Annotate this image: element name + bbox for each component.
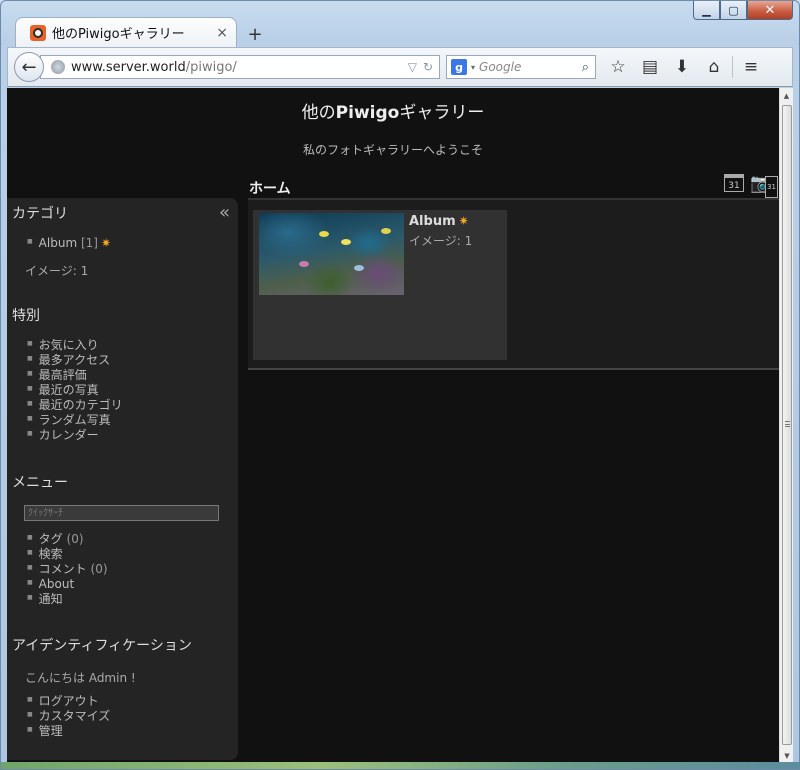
new-tab-button[interactable]: + (241, 21, 269, 47)
close-window-button[interactable]: ✕ (747, 1, 793, 20)
browser-window: ▁ ▢ ✕ 他のPiwigoギャラリー × + ← www.server.wor… (0, 0, 800, 770)
list-item[interactable]: 最近のカテゴリ (27, 398, 123, 413)
download-icon[interactable]: ⬇ (666, 57, 698, 77)
piwigo-favicon-icon (30, 24, 46, 41)
minimize-button[interactable]: ▁ (693, 1, 720, 20)
url-path: /piwigo/ (185, 59, 237, 75)
list-item[interactable]: 最多アクセス (27, 353, 123, 368)
globe-icon (51, 60, 65, 74)
desktop-background (1, 762, 800, 769)
list-item[interactable]: 検索 (27, 547, 108, 562)
search-input[interactable]: Google (479, 60, 582, 74)
list-item[interactable]: ログアウト (27, 694, 110, 709)
categories-heading[interactable]: カテゴリ (12, 203, 68, 223)
collapse-icon[interactable]: « (219, 202, 230, 223)
tab-title: 他のPiwigoギャラリー (52, 27, 185, 42)
view-mode-icons: 31 📷 31 (724, 174, 778, 198)
url-host: www.server.world (71, 59, 186, 75)
reading-list-icon[interactable]: ▤ (634, 57, 666, 77)
list-item[interactable]: 最高評価 (27, 368, 123, 383)
page-viewport: 他のPiwigoギャラリー 私のフォトギャラリーへようこそ カテゴリ « Alb… (7, 88, 779, 764)
list-item[interactable]: About (27, 577, 108, 592)
category-link[interactable]: Album (39, 236, 77, 250)
window-controls: ▁ ▢ ✕ (693, 1, 793, 20)
maximize-button[interactable]: ▢ (720, 1, 747, 20)
menu-heading: メニュー (12, 475, 68, 491)
list-item[interactable]: 管理 (27, 724, 110, 739)
scroll-up-icon[interactable]: ▲ (780, 88, 793, 104)
list-item[interactable]: ランダム写真 (27, 413, 123, 428)
special-list: お気に入り 最多アクセス 最高評価 最近の写真 最近のカテゴリ ランダム写真 カ… (27, 338, 123, 443)
search-bar[interactable]: g ▾ Google ⌕ (446, 55, 596, 79)
menu-list: タグ (0) 検索 コメント (0) About 通知 (27, 532, 108, 607)
url-dropdown-icon[interactable]: ▽ (408, 60, 417, 74)
navigation-toolbar: ← www.server.world /piwigo/ ▽ ↻ g ▾ Goog… (7, 47, 793, 87)
reload-icon[interactable]: ↻ (423, 60, 433, 74)
home-icon[interactable]: ⌂ (698, 57, 730, 77)
sidebar-menu: カテゴリ « Album [1]✷ イメージ: 1 特別 お気に入り 最多アクセ… (7, 198, 238, 760)
new-star-icon: ✷ (100, 236, 112, 250)
camera-calendar-icon[interactable]: 📷 31 (750, 174, 778, 198)
tab-bar: 他のPiwigoギャラリー × + (15, 17, 269, 47)
list-item[interactable]: コメント (0) (27, 562, 108, 577)
list-item[interactable]: カスタマイズ (27, 709, 111, 724)
list-item[interactable]: 通知 (27, 592, 108, 607)
scrollbar-thumb[interactable] (782, 105, 792, 745)
special-heading: 特別 (12, 308, 40, 324)
toolbar-divider (732, 56, 733, 78)
list-item[interactable]: 最近の写真 (27, 383, 123, 398)
google-icon[interactable]: g (451, 59, 467, 75)
vertical-scrollbar[interactable]: ▲ ▼ (779, 88, 793, 764)
album-grid: Album ✷ イメージ: 1 (248, 198, 779, 370)
bookmark-star-icon[interactable]: ☆ (602, 57, 634, 77)
chevron-down-icon[interactable]: ▾ (471, 63, 475, 72)
album-card[interactable]: Album ✷ イメージ: 1 (253, 210, 507, 360)
page-subtitle: 私のフォトギャラリーへようこそ (302, 143, 483, 157)
new-star-icon: ✷ (458, 214, 469, 228)
quick-search-input[interactable] (24, 505, 219, 521)
album-title[interactable]: Album ✷ (409, 214, 469, 229)
menu-icon[interactable]: ≡ (735, 57, 767, 77)
calendar-icon[interactable]: 31 (724, 174, 744, 192)
greeting-text: こんにちは Admin ! (25, 671, 136, 685)
identification-list: ログアウト カスタマイズ 管理 (27, 694, 111, 739)
album-thumbnail[interactable] (259, 213, 404, 295)
search-icon[interactable]: ⌕ (582, 60, 589, 75)
list-item[interactable]: Album [1]✷ (27, 236, 111, 251)
tab-piwigo[interactable]: 他のPiwigoギャラリー × (15, 17, 237, 47)
breadcrumb-home[interactable]: ホーム (249, 178, 291, 198)
category-image-count: イメージ: 1 (25, 264, 89, 278)
category-list: Album [1]✷ (27, 236, 111, 251)
list-item[interactable]: カレンダー (27, 428, 123, 443)
page-title: 他のPiwigoギャラリー (301, 103, 485, 123)
list-item[interactable]: タグ (0) (27, 532, 108, 547)
back-button[interactable]: ← (14, 52, 44, 82)
address-bar[interactable]: www.server.world /piwigo/ ▽ ↻ (40, 55, 440, 79)
list-item[interactable]: お気に入り (27, 338, 123, 353)
album-image-count: イメージ: 1 (409, 234, 473, 248)
tab-close-icon[interactable]: × (216, 25, 228, 41)
identification-heading: アイデンティフィケーション (12, 638, 192, 654)
